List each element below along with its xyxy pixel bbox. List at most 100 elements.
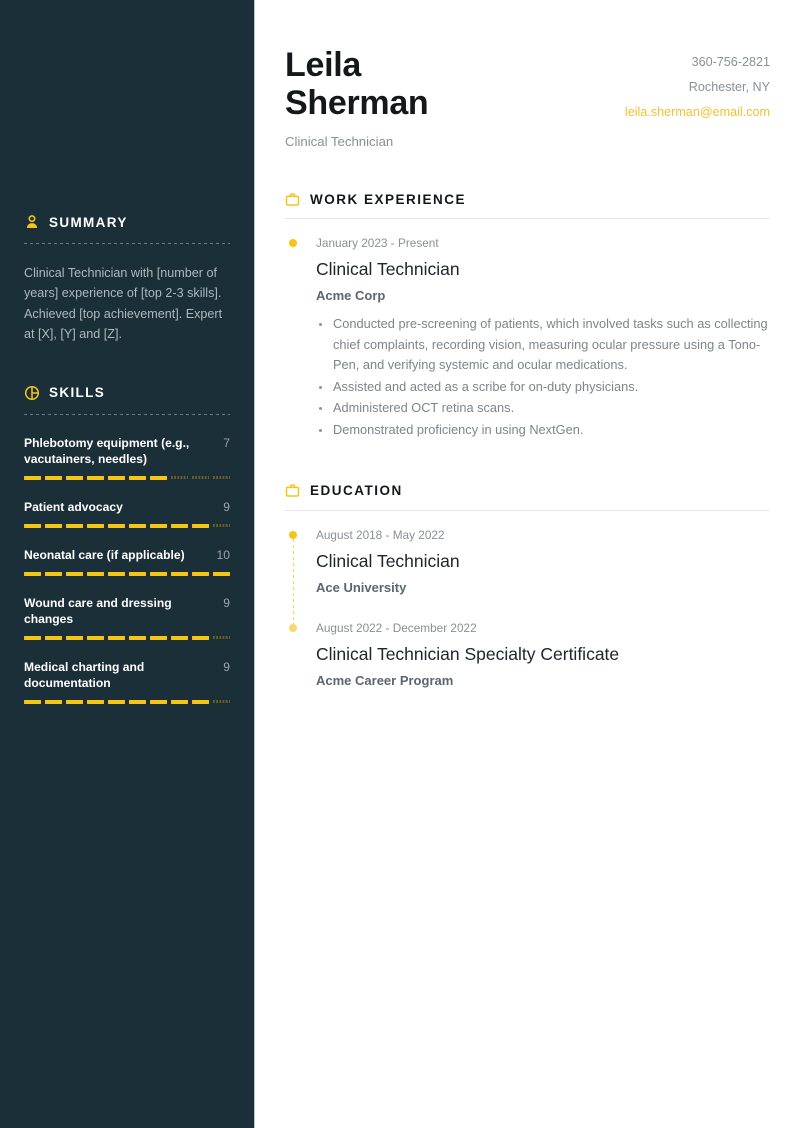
skill-rating-segment [45, 523, 62, 528]
skills-header: SKILLS [24, 383, 230, 403]
timeline-dot [289, 239, 297, 247]
skills-divider [24, 413, 230, 415]
briefcase-icon [285, 483, 300, 498]
timeline-dot [289, 530, 297, 539]
entry-title: Clinical Technician [316, 259, 460, 279]
skill-rating-segment [213, 476, 230, 480]
skill-header: Medical charting and documentation 9 [24, 659, 230, 691]
skill-header: Neonatal care (if applicable) 10 [24, 547, 230, 563]
skill-rating-segment [213, 700, 230, 704]
skill-rating-segment [129, 475, 146, 480]
work-experience-section: WORK EXPERIENCE January 2023 - Present Cl… [285, 189, 770, 441]
skill-score: 9 [223, 659, 230, 674]
entry-organization: Acme Career Program [316, 672, 454, 688]
work-experience-header: WORK EXPERIENCE [285, 189, 770, 209]
entry-title: Clinical Technician [316, 550, 460, 571]
skill-rating-segment [129, 699, 146, 704]
education-divider [285, 509, 770, 511]
skills-section: SKILLS Phlebotomy equipment (e.g., vacut… [0, 383, 254, 704]
person-icon [24, 214, 40, 230]
education-section: EDUCATION August 2018 - May 2022 Clinical… [285, 481, 770, 688]
entry-date: August 2018 - May 2022 [316, 527, 445, 542]
skill-rating-segment [66, 699, 83, 704]
education-entries: August 2018 - May 2022 Clinical Technicia… [285, 527, 770, 688]
entry-bullet: Demonstrated proficiency in using NextGe… [316, 420, 770, 441]
skill-rating-segment [150, 475, 167, 480]
skill-name: Phlebotomy equipment (e.g., vacutainers,… [24, 435, 190, 466]
skill-rating-segment [24, 475, 41, 480]
education-header: EDUCATION [285, 481, 770, 501]
skill-rating-segment [87, 635, 104, 640]
job-role: Clinical Technician [285, 134, 394, 149]
email-address[interactable]: leila.sherman@email.com [625, 100, 770, 125]
work-experience-title: WORK EXPERIENCE [310, 191, 467, 207]
contact-block: 360-756-2821 Rochester, NY leila.sherman… [625, 44, 770, 125]
skill-rating-segment [192, 635, 209, 640]
skill-rating-segment [24, 635, 41, 640]
skill-rating-segment [150, 571, 167, 576]
pie-chart-icon [24, 385, 40, 401]
skill-rating-segment [150, 523, 167, 528]
entry-bullet: Administered OCT retina scans. [316, 398, 770, 419]
timeline-entry: August 2018 - May 2022 Clinical Technicia… [285, 527, 770, 624]
skill-rating-segment [108, 635, 125, 640]
skills-list: Phlebotomy equipment (e.g., vacutainers,… [24, 435, 230, 704]
skill-score: 9 [223, 499, 230, 514]
skill-rating-segment [45, 699, 62, 704]
skill-rating-segment [192, 699, 209, 704]
skill-header: Phlebotomy equipment (e.g., vacutainers,… [24, 435, 230, 467]
work-experience-entries: January 2023 - Present Clinical Technicia… [285, 235, 770, 441]
skill-header: Patient advocacy 9 [24, 499, 230, 515]
skill-rating-bar [24, 699, 230, 704]
skill-rating-segment [45, 635, 62, 640]
skill-rating-segment [87, 699, 104, 704]
skill-rating-bar [24, 571, 230, 576]
summary-divider [24, 243, 230, 244]
summary-header: SUMMARY [24, 212, 230, 232]
skill-item: Patient advocacy 9 [24, 499, 230, 528]
skill-header: Wound care and dressing changes 9 [24, 595, 230, 627]
skill-rating-segment [87, 523, 104, 528]
last-name: Sherman [285, 84, 429, 122]
phone-number: 360-756-2821 [691, 55, 770, 69]
skill-rating-segment [108, 475, 125, 480]
skill-item: Wound care and dressing changes 9 [24, 595, 230, 640]
first-name: Leila [285, 46, 361, 84]
skill-score: 10 [216, 547, 230, 562]
skill-rating-segment [108, 699, 125, 704]
skill-rating-segment [150, 699, 167, 704]
skill-rating-segment [171, 571, 188, 576]
location: Rochester, NY [688, 80, 770, 94]
resume-header: Leila Sherman Clinical Technician 360-75… [285, 44, 770, 149]
skill-rating-segment [192, 523, 209, 528]
skill-rating-bar [24, 475, 230, 480]
skill-name: Medical charting and documentation [24, 659, 145, 690]
summary-section: SUMMARY Clinical Technician with [number… [0, 212, 254, 345]
skill-score: 9 [223, 595, 230, 610]
skill-rating-segment [45, 571, 62, 576]
skill-rating-bar [24, 523, 230, 528]
skill-rating-segment [213, 524, 230, 528]
sidebar: SUMMARY Clinical Technician with [number… [0, 0, 255, 1128]
skill-name: Wound care and dressing changes [24, 595, 172, 626]
skill-rating-segment [150, 635, 167, 640]
skill-rating-segment [108, 571, 125, 576]
skill-rating-segment [171, 635, 188, 640]
entry-date: August 2022 - December 2022 [316, 620, 477, 635]
entry-organization: Ace University [316, 579, 407, 595]
skill-rating-segment [45, 475, 62, 480]
skill-rating-segment [171, 523, 188, 528]
skill-rating-segment [213, 636, 230, 640]
skill-score: 7 [223, 435, 230, 450]
skill-name: Patient advocacy [24, 499, 123, 514]
entry-organization: Acme Corp [316, 288, 386, 303]
skill-rating-segment [129, 635, 146, 640]
name-block: Leila Sherman Clinical Technician [285, 44, 429, 149]
timeline-dot [289, 623, 297, 632]
skill-item: Phlebotomy equipment (e.g., vacutainers,… [24, 435, 230, 480]
timeline-entry: January 2023 - Present Clinical Technicia… [285, 235, 770, 441]
entry-title: Clinical Technician Specialty Certificat… [316, 643, 620, 664]
resume-page: SUMMARY Clinical Technician with [number… [0, 0, 800, 1128]
skill-rating-bar [24, 635, 230, 640]
timeline-connector [292, 538, 295, 624]
